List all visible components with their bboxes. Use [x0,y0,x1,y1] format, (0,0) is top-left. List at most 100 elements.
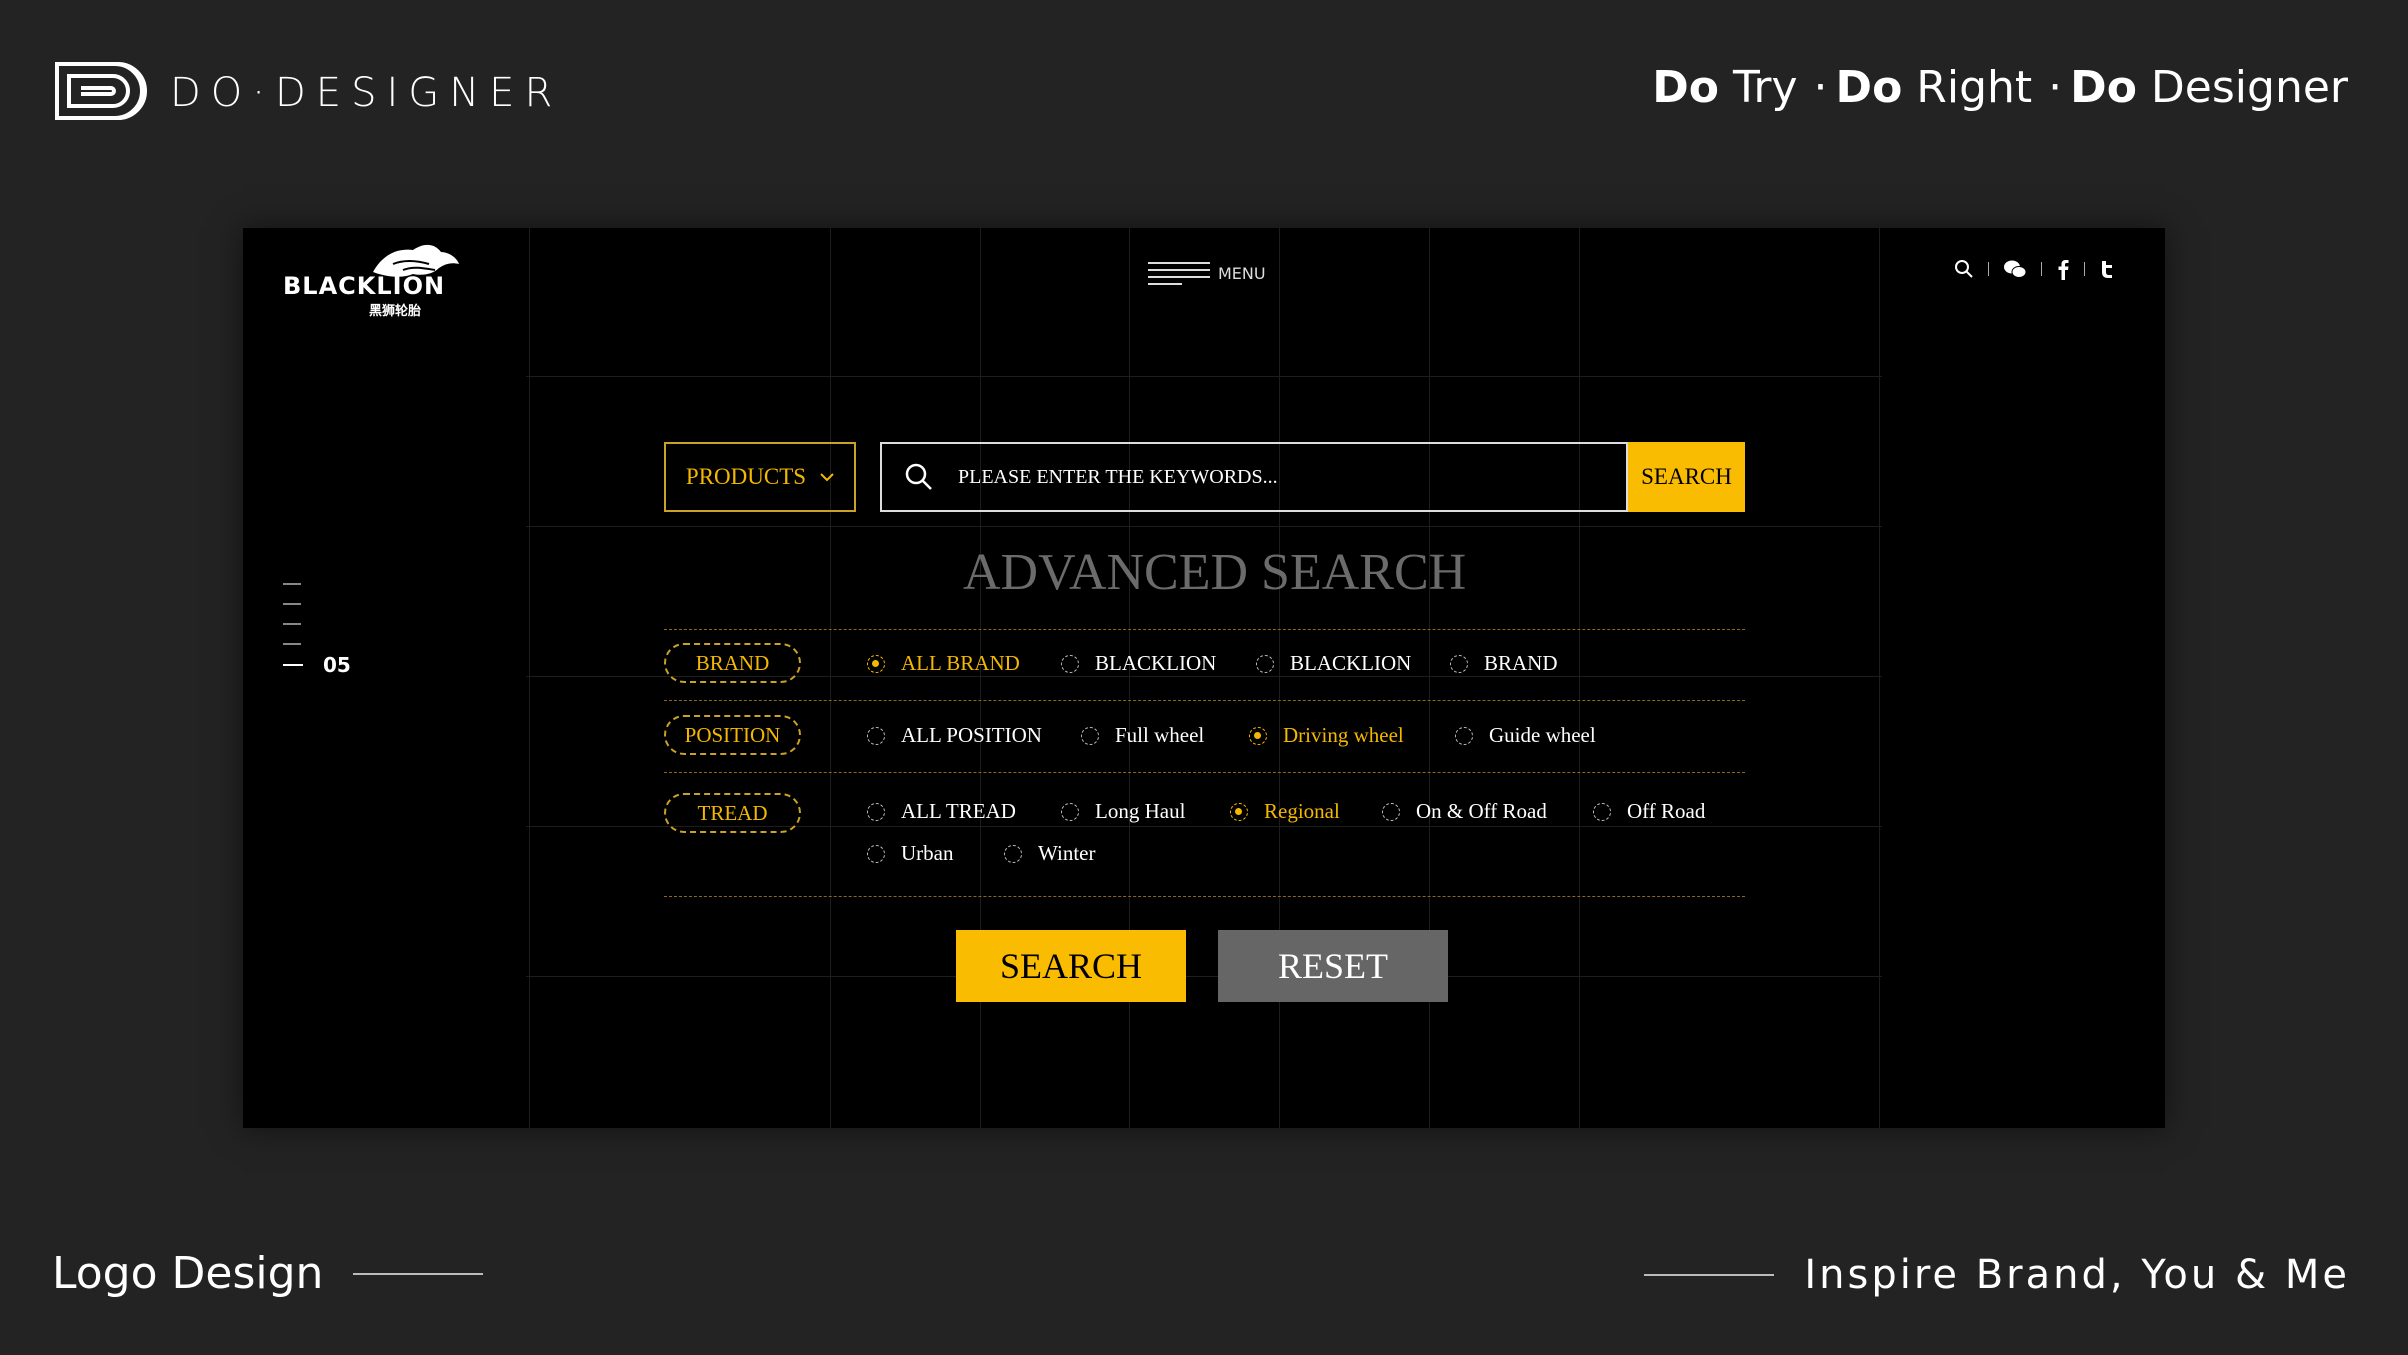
tagline-do-1: Do [1652,62,1720,113]
indicator-line[interactable] [283,623,301,625]
radio-circle[interactable] [1061,654,1079,673]
search-submit-button[interactable]: SEARCH [1628,442,1745,512]
grid-line [830,228,831,1128]
radio-on-off-road[interactable]: On & Off Road [1382,799,1547,824]
blacklion-chinese-name: 黑狮轮胎 [369,304,422,319]
radio-full-wheel[interactable]: Full wheel [1081,723,1204,748]
option-label: Winter [1038,841,1096,865]
radio-circle[interactable] [867,844,885,863]
radio-circle[interactable] [1230,802,1248,821]
radio-circle[interactable] [867,726,885,745]
radio-circle[interactable] [1004,844,1022,863]
advanced-search-title: ADVANCED SEARCH [963,544,1467,601]
option-label: Urban [901,841,954,865]
grid-line [529,228,530,1128]
blacklion-logo[interactable]: BLACKLION 黑狮轮胎 [283,234,463,319]
website-mockup: BLACKLION 黑狮轮胎 MENU 05 PRODUCTS PLEASE E… [243,228,2165,1128]
option-label: Off Road [1627,799,1706,823]
filter-label-position: POSITION [664,715,801,755]
products-dropdown[interactable]: PRODUCTS [664,442,856,512]
footer-left: Logo Design [52,1248,484,1299]
row-divider [664,629,1745,630]
option-label: ALL TREAD [901,799,1016,823]
option-label: BLACKLION [1095,651,1217,675]
radio-circle[interactable] [867,654,885,673]
grid-line [1579,228,1580,1128]
option-label: ALL BRAND [901,651,1020,675]
radio-all-brand[interactable]: ALL BRAND [867,651,1020,676]
twitter-icon[interactable] [2099,259,2115,279]
separator [2084,262,2085,276]
footer-divider [1644,1274,1775,1276]
option-label: On & Off Road [1416,799,1547,823]
tagline-designer: Designer [2136,62,2348,113]
option-label: Full wheel [1115,723,1205,747]
search-input[interactable] [956,464,1600,490]
tagline-separator: · [2048,62,2063,113]
radio-guide-wheel[interactable]: Guide wheel [1455,723,1596,748]
radio-circle[interactable] [1450,654,1468,673]
tagline-separator: · [1813,62,1828,113]
radio-circle[interactable] [1593,802,1611,821]
radio-urban[interactable]: Urban [867,841,953,866]
menu-label: MENU [1218,263,1266,283]
footer-right: Inspire Brand, You & Me [1644,1252,2350,1298]
radio-circle[interactable] [1256,654,1274,673]
social-links [1954,258,2115,280]
radio-all-tread[interactable]: ALL TREAD [867,799,1016,824]
option-label: BLACKLION [1290,651,1412,675]
row-divider [664,896,1745,897]
filter-label-tread: TREAD [664,793,801,833]
indicator-line[interactable] [283,583,301,585]
radio-circle[interactable] [1382,802,1400,821]
blacklion-wordmark: BLACKLION [283,272,446,300]
radio-regional[interactable]: Regional [1230,799,1340,824]
radio-circle[interactable] [1249,726,1267,745]
radio-driving-wheel[interactable]: Driving wheel [1249,723,1404,748]
do-designer-logo-icon [55,62,147,120]
indicator-line[interactable] [283,643,301,645]
radio-circle[interactable] [867,802,885,821]
row-divider [664,772,1745,773]
radio-circle[interactable] [1081,726,1099,745]
search-icon [905,463,932,490]
tagline-try: Try [1719,62,1798,113]
option-label: ALL POSITION [901,723,1042,747]
search-box [880,442,1628,512]
page-number: 05 [323,653,351,677]
footer-right-text: Inspire Brand, You & Me [1804,1252,2350,1298]
radio-circle[interactable] [1455,726,1473,745]
chevron-down-icon [820,473,834,482]
page-indicator[interactable] [283,583,301,663]
grid-line [526,526,1882,527]
search-icon[interactable] [1954,259,1974,279]
indicator-active-line[interactable] [283,664,303,666]
radio-brand[interactable]: BRAND [1450,651,1558,676]
menu-button[interactable]: MENU [1148,260,1266,286]
radio-off-road[interactable]: Off Road [1593,799,1705,824]
footer-divider [353,1272,484,1275]
radio-blacklion[interactable]: BLACKLION [1061,651,1216,676]
radio-winter[interactable]: Winter [1004,841,1095,866]
radio-all-position[interactable]: ALL POSITION [867,723,1042,748]
option-label: Driving wheel [1283,723,1404,747]
wechat-icon[interactable] [2003,259,2027,279]
radio-long-haul[interactable]: Long Haul [1061,799,1185,824]
reset-button[interactable]: RESET [1218,930,1448,1002]
do-designer-wordmark: DO·DESIGNER [170,70,563,116]
option-label: Guide wheel [1489,723,1596,747]
radio-circle[interactable] [1061,802,1079,821]
radio-blacklion-2[interactable]: BLACKLION [1256,651,1411,676]
grid-line [526,376,1882,377]
indicator-line[interactable] [283,603,301,605]
option-label: Regional [1264,799,1340,823]
tagline: Do Try · Do Right · Do Designer [1652,62,2348,113]
products-dropdown-label: PRODUCTS [685,464,807,489]
advanced-search-button[interactable]: SEARCH [956,930,1186,1002]
row-divider [664,700,1745,701]
facebook-icon[interactable] [2056,258,2070,280]
option-label: Long Haul [1095,799,1186,823]
filter-label-brand: BRAND [664,643,801,683]
separator [2041,262,2042,276]
option-label: BRAND [1484,651,1558,675]
